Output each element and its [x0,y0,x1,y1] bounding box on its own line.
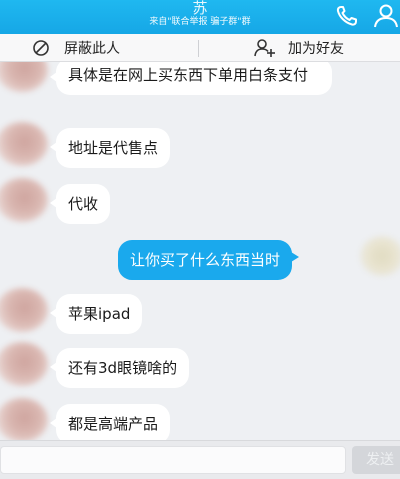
message-bubble[interactable]: 具体是在网上买东西下单用白条支付 [50,62,332,95]
avatar[interactable] [0,398,48,440]
block-button[interactable]: 屏蔽此人 [32,34,120,62]
message-list[interactable]: 具体是在网上买东西下单用白条支付 地址是代售点 代收 让你买了什么东西当时 苹果… [0,62,400,440]
add-friend-label: 加为好友 [288,41,344,57]
add-friend-icon [254,38,276,58]
message-bubble[interactable]: 都是高端产品 [49,404,171,440]
message-bubble[interactable]: 还有3d眼镜啥的 [49,348,190,388]
add-friend-button[interactable]: 加为好友 [254,34,344,62]
avatar[interactable] [0,178,48,222]
input-bar: 发送 [0,440,400,479]
action-divider [198,40,199,57]
phone-icon[interactable] [334,3,362,29]
chat-header: 苏 来自"联合举报 骗子群"群 [0,0,400,34]
message-bubble[interactable]: 代收 [49,184,111,224]
block-label: 屏蔽此人 [64,41,120,57]
avatar[interactable] [0,122,48,166]
person-icon[interactable] [372,3,400,29]
message-input[interactable] [0,446,346,474]
avatar[interactable] [0,62,48,92]
message-bubble[interactable]: 地址是代售点 [49,128,171,168]
send-button[interactable]: 发送 [352,446,400,474]
action-bar: 屏蔽此人 加为好友 [0,34,400,62]
avatar[interactable] [0,342,48,386]
avatar-self[interactable] [360,236,400,276]
message-bubble[interactable]: 苹果ipad [49,294,143,334]
message-bubble-self[interactable]: 让你买了什么东西当时 [118,240,300,280]
block-icon [32,39,50,57]
avatar[interactable] [0,288,48,332]
